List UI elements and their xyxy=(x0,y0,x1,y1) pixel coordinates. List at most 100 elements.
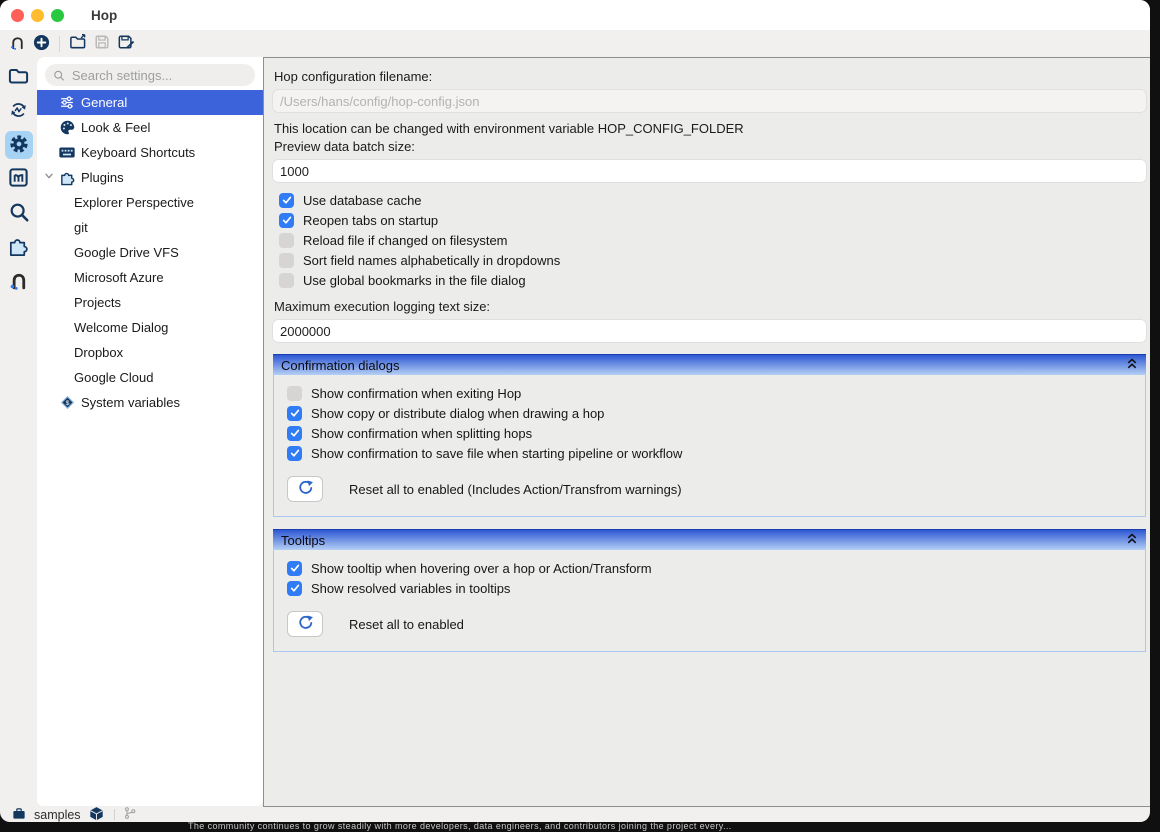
expander-chevron-down-icon[interactable] xyxy=(43,170,57,184)
checkbox-label: Use database cache xyxy=(303,193,422,208)
sidebar-item-system-variables[interactable]: $ System variables xyxy=(37,390,263,415)
logging-size-field[interactable] xyxy=(273,320,1146,342)
sidebar-item-label: Dropbox xyxy=(74,345,123,360)
reset-all-button[interactable] xyxy=(287,476,323,502)
reset-row: Reset all to enabled xyxy=(287,611,1145,637)
hop-logo-button[interactable] xyxy=(5,33,29,55)
statusbar-divider xyxy=(114,809,115,820)
section-header-confirmation-dialogs[interactable]: Confirmation dialogs xyxy=(273,354,1146,375)
perspective-puzzle[interactable] xyxy=(5,233,33,261)
hop-logo-icon xyxy=(9,34,26,54)
sidebar-item-label: Keyboard Shortcuts xyxy=(81,145,195,160)
checkbox-sort-field-names-alphabetically-in-dropdowns[interactable]: Sort field names alphabetically in dropd… xyxy=(273,250,1146,270)
checkbox-checked-icon[interactable] xyxy=(287,406,302,421)
zoom-window-button[interactable] xyxy=(51,9,64,22)
hop-window: Hop General Look & Feel Keyboard Shortcuts… xyxy=(0,0,1150,822)
project-selector[interactable]: samples xyxy=(12,806,104,823)
sidebar-item-dropbox[interactable]: Dropbox xyxy=(37,340,263,365)
sidebar-item-projects[interactable]: Projects xyxy=(37,290,263,315)
window-title: Hop xyxy=(91,8,117,23)
settings-tree: General Look & Feel Keyboard Shortcuts Plug… xyxy=(37,90,263,415)
sidebar-item-general[interactable]: General xyxy=(37,90,263,115)
new-item-icon xyxy=(33,34,50,54)
sidebar-item-google-cloud[interactable]: Google Cloud xyxy=(37,365,263,390)
sidebar-item-keyboard-shortcuts[interactable]: Keyboard Shortcuts xyxy=(37,140,263,165)
search-settings-input[interactable] xyxy=(70,67,247,84)
batch-size-field[interactable] xyxy=(273,160,1146,182)
checkbox-label: Show confirmation when splitting hops xyxy=(311,426,532,441)
general-options: Use database cache Reopen tabs on startup… xyxy=(273,190,1146,290)
option-sections: Confirmation dialogsShow confirmation wh… xyxy=(273,354,1146,652)
search-settings-box xyxy=(45,64,255,86)
checkbox-checked-icon[interactable] xyxy=(279,193,294,208)
project-name: samples xyxy=(34,808,81,822)
perspective-gear[interactable] xyxy=(5,131,33,159)
reset-all-label: Reset all to enabled (Includes Action/Tr… xyxy=(349,482,682,497)
sidebar-item-google-drive-vfs[interactable]: Google Drive VFS xyxy=(37,240,263,265)
status-bar: samples xyxy=(0,807,1150,822)
section-header-tooltips[interactable]: Tooltips xyxy=(273,529,1146,550)
sidebar-item-label: Welcome Dialog xyxy=(74,320,168,335)
variable-icon: $ xyxy=(58,394,76,412)
perspective-neo4j-graph[interactable] xyxy=(5,267,33,295)
checkbox-show-resolved-variables-in-tooltips[interactable]: Show resolved variables in tooltips xyxy=(281,578,1145,598)
sidebar-item-look-feel[interactable]: Look & Feel xyxy=(37,115,263,140)
save-as-button[interactable] xyxy=(114,33,138,55)
reset-all-button[interactable] xyxy=(287,611,323,637)
sidebar-item-git[interactable]: git xyxy=(37,215,263,240)
checkbox-show-tooltip-when-hovering-over-a-hop-or-action-transform[interactable]: Show tooltip when hovering over a hop or… xyxy=(281,558,1145,578)
sidebar-item-microsoft-azure[interactable]: Microsoft Azure xyxy=(37,265,263,290)
checkbox-checked-icon[interactable] xyxy=(287,581,302,596)
checkbox-use-global-bookmarks-in-the-file-dialog[interactable]: Use global bookmarks in the file dialog xyxy=(273,270,1146,290)
sidebar-item-label: Google Drive VFS xyxy=(74,245,179,260)
checkbox-reopen-tabs-on-startup[interactable]: Reopen tabs on startup xyxy=(273,210,1146,230)
new-item-button[interactable] xyxy=(29,33,53,55)
section-body: Show tooltip when hovering over a hop or… xyxy=(273,550,1146,652)
background-window-text: The community continues to grow steadily… xyxy=(188,821,1146,832)
checkbox-reload-file-if-changed-on-filesystem[interactable]: Reload file if changed on filesystem xyxy=(273,230,1146,250)
checkbox-unchecked-icon[interactable] xyxy=(279,253,294,268)
section-body: Show confirmation when exiting Hop Show c… xyxy=(273,375,1146,517)
title-bar: Hop xyxy=(0,0,1150,30)
checkbox-show-confirmation-when-splitting-hops[interactable]: Show confirmation when splitting hops xyxy=(281,423,1145,443)
minimize-window-button[interactable] xyxy=(31,9,44,22)
close-window-button[interactable] xyxy=(11,9,24,22)
sidebar-item-plugins[interactable]: Plugins xyxy=(37,165,263,190)
checkbox-checked-icon[interactable] xyxy=(287,561,302,576)
settings-sidebar: General Look & Feel Keyboard Shortcuts Plug… xyxy=(37,57,263,806)
gear-icon xyxy=(8,133,30,158)
perspective-pipeline-run[interactable] xyxy=(5,97,33,125)
checkbox-show-copy-or-distribute-dialog-when-drawing-a-hop[interactable]: Show copy or distribute dialog when draw… xyxy=(281,403,1145,423)
sidebar-item-label: git xyxy=(74,220,88,235)
perspective-folder-explorer[interactable] xyxy=(5,63,33,91)
checkbox-checked-icon[interactable] xyxy=(279,213,294,228)
sidebar-item-welcome-dialog[interactable]: Welcome Dialog xyxy=(37,315,263,340)
sidebar-item-explorer-perspective[interactable]: Explorer Perspective xyxy=(37,190,263,215)
collapse-section-icon[interactable] xyxy=(1126,357,1138,373)
checkbox-checked-icon[interactable] xyxy=(287,446,302,461)
perspective-metadata[interactable] xyxy=(5,165,33,193)
collapse-section-icon[interactable] xyxy=(1126,532,1138,548)
checkbox-show-confirmation-when-exiting-hop[interactable]: Show confirmation when exiting Hop xyxy=(281,383,1145,403)
save-button[interactable] xyxy=(90,33,114,55)
sidebar-item-label: General xyxy=(81,95,127,110)
perspectives-toolbar xyxy=(0,57,37,807)
checkbox-unchecked-icon[interactable] xyxy=(287,386,302,401)
sidebar-item-label: Google Cloud xyxy=(74,370,154,385)
open-file-button[interactable] xyxy=(66,33,90,55)
checkbox-label: Show tooltip when hovering over a hop or… xyxy=(311,561,652,576)
sidebar-item-label: System variables xyxy=(81,395,180,410)
sidebar-item-label: Projects xyxy=(74,295,121,310)
section-title: Tooltips xyxy=(281,533,325,548)
checkbox-label: Show copy or distribute dialog when draw… xyxy=(311,406,604,421)
checkbox-unchecked-icon[interactable] xyxy=(279,273,294,288)
reset-row: Reset all to enabled (Includes Action/Tr… xyxy=(287,476,1145,502)
perspective-search[interactable] xyxy=(5,199,33,227)
git-branch-icon xyxy=(123,806,137,822)
checkbox-use-database-cache[interactable]: Use database cache xyxy=(273,190,1146,210)
checkbox-unchecked-icon[interactable] xyxy=(279,233,294,248)
checkbox-checked-icon[interactable] xyxy=(287,426,302,441)
keyboard-icon xyxy=(58,144,76,162)
section-tooltips: Tooltips Show tooltip when hovering over … xyxy=(273,529,1146,652)
checkbox-show-confirmation-to-save-file-when-starting-pipeline-or-workflow[interactable]: Show confirmation to save file when star… xyxy=(281,443,1145,463)
